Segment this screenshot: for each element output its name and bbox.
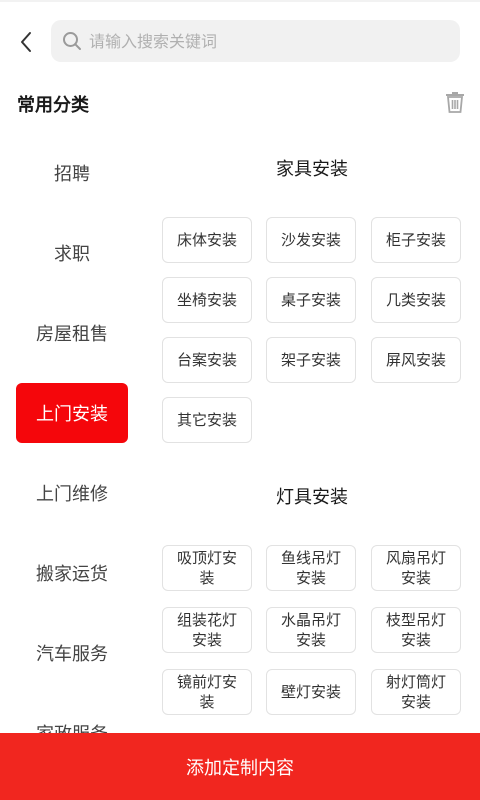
search-bar[interactable] xyxy=(51,20,460,62)
sidebar-item-housekeeping[interactable]: 家政服务 xyxy=(16,703,128,733)
chip-sofa-install[interactable]: 沙发安装 xyxy=(266,217,356,263)
group-title-furniture: 家具安装 xyxy=(276,159,348,180)
group-title-lighting: 灯具安装 xyxy=(276,487,348,508)
chip-branch-pendant-install[interactable]: 枝型吊灯安装 xyxy=(371,607,461,653)
search-icon xyxy=(61,30,83,52)
chip-cabinet-install[interactable]: 柜子安装 xyxy=(371,217,461,263)
chip-fan-pendant-install[interactable]: 风扇吊灯安装 xyxy=(371,545,461,591)
chip-spotlight-install[interactable]: 射灯筒灯安装 xyxy=(371,669,461,715)
chip-ceiling-light-install[interactable]: 吸顶灯安装 xyxy=(162,545,252,591)
top-divider xyxy=(0,0,480,2)
add-custom-content-button[interactable]: 添加定制内容 xyxy=(0,733,480,800)
sidebar-item-repair[interactable]: 上门维修 xyxy=(16,463,128,523)
clear-history-button[interactable] xyxy=(444,90,466,114)
category-sidebar: 招聘 求职 房屋租售 上门安装 上门维修 搬家运货 汽车服务 家政服务 xyxy=(0,133,144,733)
chip-table-install[interactable]: 桌子安装 xyxy=(266,277,356,323)
sidebar-item-installation[interactable]: 上门安装 xyxy=(16,383,128,443)
chip-side-table-install[interactable]: 几类安装 xyxy=(371,277,461,323)
chip-screen-install[interactable]: 屏风安装 xyxy=(371,337,461,383)
chip-chair-install[interactable]: 坐椅安装 xyxy=(162,277,252,323)
chip-shelf-install[interactable]: 架子安装 xyxy=(266,337,356,383)
chip-desk-install[interactable]: 台案安装 xyxy=(162,337,252,383)
chip-bed-install[interactable]: 床体安装 xyxy=(162,217,252,263)
chevron-left-icon xyxy=(21,32,31,52)
category-content: 家具安装 床体安装 沙发安装 柜子安装 坐椅安装 桌子安装 几类安装 台案安装 … xyxy=(144,133,480,733)
section-title: 常用分类 xyxy=(17,95,89,116)
sidebar-item-housing[interactable]: 房屋租售 xyxy=(16,303,128,363)
chip-mirror-light-install[interactable]: 镜前灯安装 xyxy=(162,669,252,715)
sidebar-item-job-seeking[interactable]: 求职 xyxy=(16,223,128,283)
back-button[interactable] xyxy=(12,28,40,56)
chip-wall-light-install[interactable]: 壁灯安装 xyxy=(266,669,356,715)
search-input[interactable] xyxy=(89,31,449,51)
sidebar-item-car-service[interactable]: 汽车服务 xyxy=(16,623,128,683)
trash-icon xyxy=(446,92,464,113)
chip-crystal-pendant-install[interactable]: 水晶吊灯安装 xyxy=(266,607,356,653)
chip-decorative-light-install[interactable]: 组装花灯安装 xyxy=(162,607,252,653)
chip-wire-pendant-install[interactable]: 鱼线吊灯安装 xyxy=(266,545,356,591)
sidebar-item-moving[interactable]: 搬家运货 xyxy=(16,543,128,603)
chip-other-install[interactable]: 其它安装 xyxy=(162,397,252,443)
sidebar-item-recruit[interactable]: 招聘 xyxy=(16,143,128,203)
